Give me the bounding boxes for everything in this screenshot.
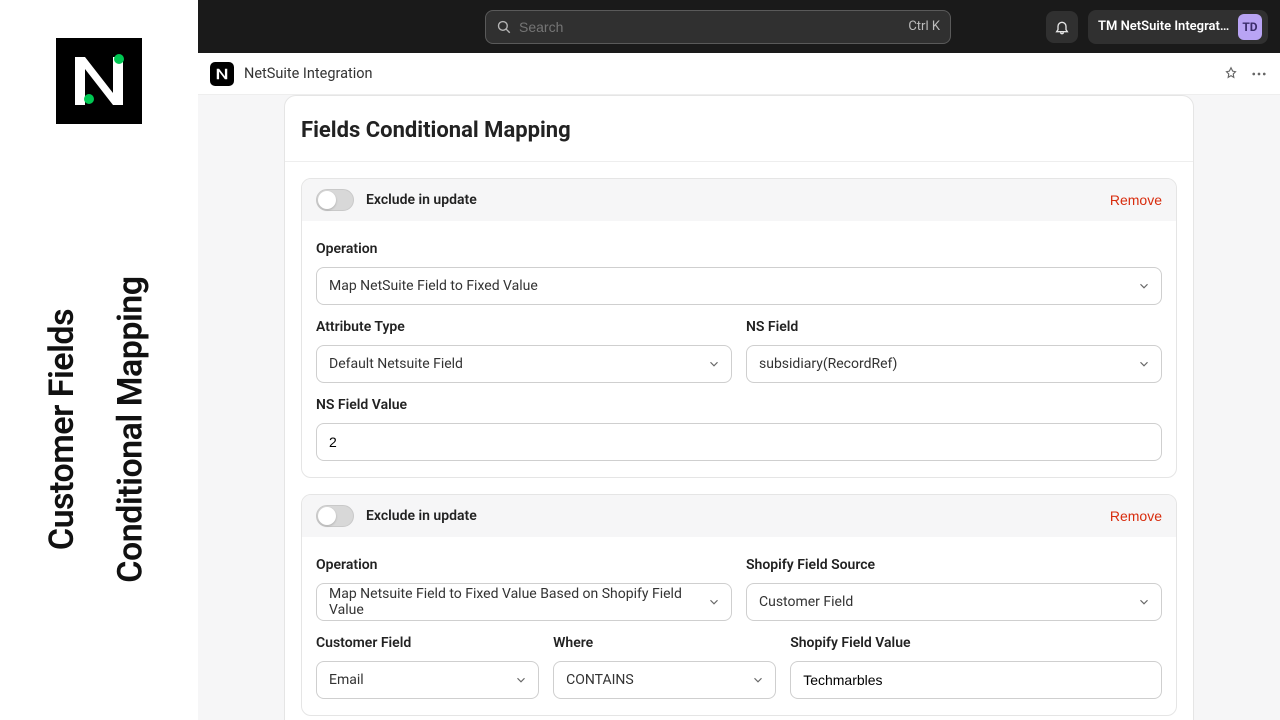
brand-logo bbox=[56, 38, 142, 124]
shopify-source-select[interactable]: Customer Field bbox=[746, 583, 1162, 621]
shopify-source-label: Shopify Field Source bbox=[746, 557, 1162, 573]
breadcrumb-title: NetSuite Integration bbox=[244, 65, 373, 82]
remove-button[interactable]: Remove bbox=[1110, 192, 1162, 208]
ns-field-select[interactable]: subsidiary(RecordRef) bbox=[746, 345, 1162, 383]
where-value: CONTAINS bbox=[566, 672, 634, 688]
attribute-type-value: Default Netsuite Field bbox=[329, 356, 463, 372]
rule-card: Exclude in update Remove Operation Map N… bbox=[301, 178, 1177, 478]
where-select[interactable]: CONTAINS bbox=[553, 661, 776, 699]
operation-label: Operation bbox=[316, 557, 732, 573]
more-icon[interactable] bbox=[1250, 65, 1268, 83]
where-label: Where bbox=[553, 635, 776, 651]
bell-icon bbox=[1054, 19, 1070, 35]
page-card: Fields Conditional Mapping Exclude in up… bbox=[284, 95, 1194, 720]
rule-header: Exclude in update Remove bbox=[302, 495, 1176, 537]
shopify-source-value: Customer Field bbox=[759, 594, 853, 610]
ns-field-value-input-wrap[interactable] bbox=[316, 423, 1162, 461]
page-title: Fields Conditional Mapping bbox=[301, 118, 1177, 143]
chevron-down-icon bbox=[514, 673, 528, 687]
attribute-type-label: Attribute Type bbox=[316, 319, 732, 335]
operation-label: Operation bbox=[316, 241, 1162, 257]
chevron-down-icon bbox=[751, 673, 765, 687]
shopify-field-value-label: Shopify Field Value bbox=[790, 635, 1162, 651]
operation-select[interactable]: Map NetSuite Field to Fixed Value bbox=[316, 267, 1162, 305]
ns-field-value-label: NS Field Value bbox=[316, 397, 1162, 413]
org-switcher[interactable]: TM NetSuite Integratio… TD bbox=[1088, 10, 1268, 44]
promo-sidebar: Customer Fields Conditional Mapping bbox=[0, 0, 198, 720]
chevron-down-icon bbox=[1137, 357, 1151, 371]
operation-value: Map Netsuite Field to Fixed Value Based … bbox=[329, 586, 695, 618]
chevron-down-icon bbox=[1137, 595, 1151, 609]
customer-field-value: Email bbox=[329, 672, 364, 688]
org-label: TM NetSuite Integratio… bbox=[1098, 19, 1230, 34]
rule-card: Exclude in update Remove Operation Map N… bbox=[301, 494, 1177, 716]
ns-field-value: subsidiary(RecordRef) bbox=[759, 356, 897, 372]
attribute-type-select[interactable]: Default Netsuite Field bbox=[316, 345, 732, 383]
search-icon bbox=[496, 19, 511, 34]
chevron-down-icon bbox=[1137, 279, 1151, 293]
breadcrumb: NetSuite Integration bbox=[198, 53, 1280, 95]
rule-header: Exclude in update Remove bbox=[302, 179, 1176, 221]
promo-title-line1: Customer Fields bbox=[43, 309, 82, 550]
chevron-down-icon bbox=[707, 357, 721, 371]
notifications-button[interactable] bbox=[1046, 11, 1078, 43]
exclude-toggle[interactable] bbox=[316, 189, 354, 211]
brand-n-icon bbox=[67, 49, 131, 113]
topbar: Ctrl K TM NetSuite Integratio… TD bbox=[198, 0, 1280, 53]
customer-field-label: Customer Field bbox=[316, 635, 539, 651]
exclude-toggle-label: Exclude in update bbox=[366, 192, 477, 208]
exclude-toggle[interactable] bbox=[316, 505, 354, 527]
shopify-field-value-input[interactable] bbox=[803, 662, 1125, 698]
promo-title-line2: Conditional Mapping bbox=[112, 276, 151, 582]
remove-button[interactable]: Remove bbox=[1110, 508, 1162, 524]
customer-field-select[interactable]: Email bbox=[316, 661, 539, 699]
pin-icon[interactable] bbox=[1222, 65, 1240, 83]
search-shortcut: Ctrl K bbox=[908, 19, 940, 34]
org-avatar: TD bbox=[1238, 14, 1262, 40]
operation-value: Map NetSuite Field to Fixed Value bbox=[329, 278, 538, 294]
operation-select[interactable]: Map Netsuite Field to Fixed Value Based … bbox=[316, 583, 732, 621]
app-shell: Ctrl K TM NetSuite Integratio… TD NetSui… bbox=[198, 0, 1280, 720]
exclude-toggle-label: Exclude in update bbox=[366, 508, 477, 524]
ns-field-label: NS Field bbox=[746, 319, 1162, 335]
chevron-down-icon bbox=[707, 595, 721, 609]
app-icon bbox=[210, 62, 234, 86]
ns-field-value-input[interactable] bbox=[329, 424, 1125, 460]
search-input[interactable] bbox=[519, 19, 900, 35]
shopify-field-value-input-wrap[interactable] bbox=[790, 661, 1162, 699]
search-input-wrap[interactable]: Ctrl K bbox=[485, 10, 951, 44]
